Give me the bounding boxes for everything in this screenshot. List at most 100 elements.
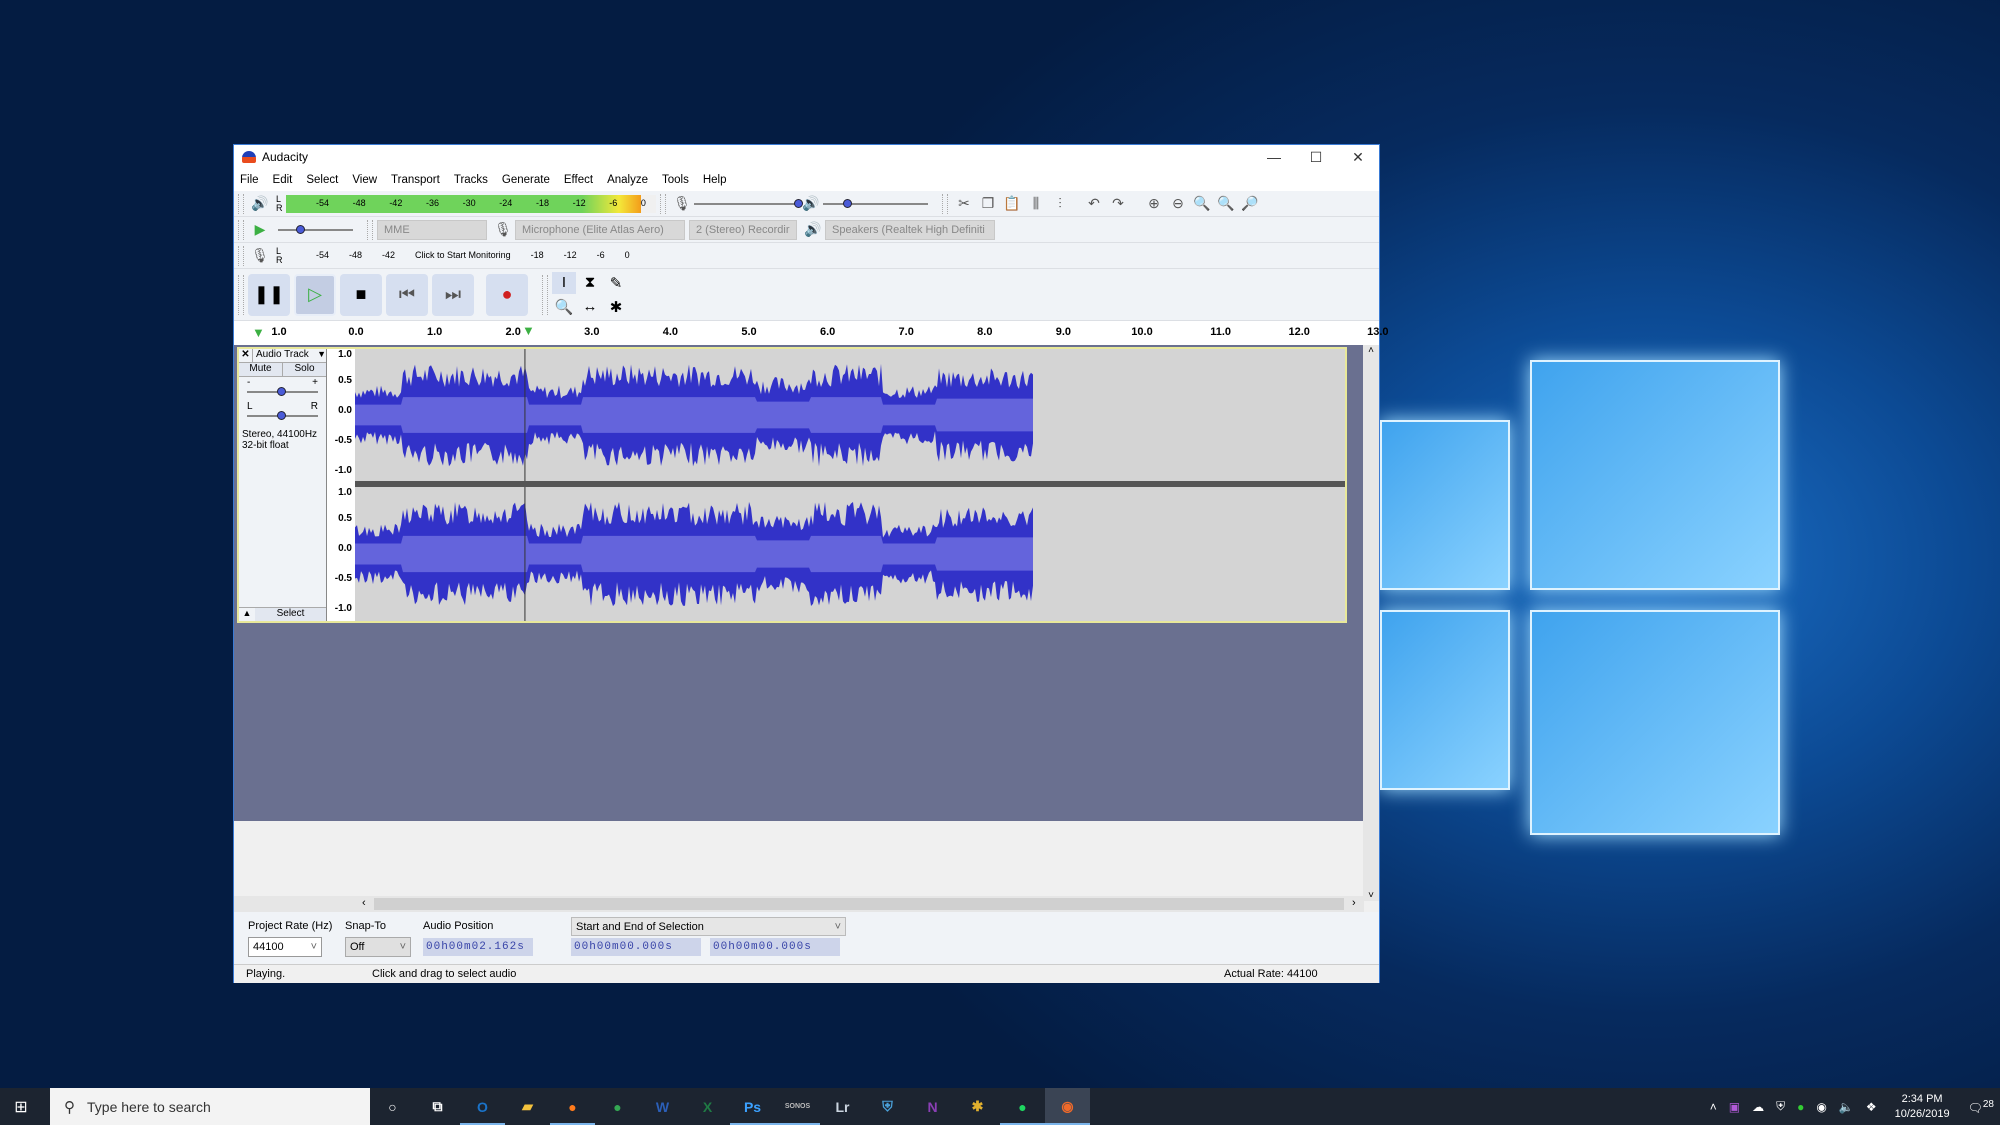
selection-tool-icon[interactable]: I [552,271,576,294]
select-track-button[interactable]: Select [255,608,326,621]
menu-select[interactable]: Select [306,174,338,186]
microphone-icon[interactable]: 🎙 [248,245,272,267]
mic-volume-slider[interactable] [694,198,803,208]
skip-to-end-button[interactable]: ⏭ [432,273,474,316]
track-close-button[interactable]: ✕ [239,349,253,362]
task-view-icon[interactable]: ⧉ [415,1088,460,1125]
copy-icon[interactable]: ❐ [976,193,1000,215]
skip-to-start-button[interactable]: ⏮ [386,273,428,316]
slack-icon[interactable]: ✱ [955,1088,1000,1125]
zoom-in-icon[interactable]: ⊕ [1142,193,1166,215]
silence-icon[interactable]: ⫶ [1048,193,1072,215]
menu-generate[interactable]: Generate [502,174,550,186]
solo-button[interactable]: Solo [283,363,326,376]
paste-icon[interactable]: 📋 [1000,193,1024,215]
vertical-scrollbar[interactable]: ˄ ˅ [1363,345,1379,901]
scroll-down-icon[interactable]: ˅ [1363,890,1379,901]
slider-knob[interactable] [843,198,852,208]
selection-mode-select[interactable]: Start and End of Selection ˅ [571,917,846,936]
draw-tool-icon[interactable]: ✎ [604,272,628,294]
toolbar-grip[interactable] [238,193,244,214]
chrome-icon[interactable]: ● [595,1088,640,1125]
snap-to-select[interactable]: Off ˅ [345,937,411,957]
onenote-tray-icon[interactable]: ▣ [1729,1100,1740,1114]
menu-tools[interactable]: Tools [662,174,689,186]
selection-end-time[interactable]: 00h00m00.000s [710,938,840,956]
envelope-tool-icon[interactable]: ⧗ [578,272,602,294]
redo-icon[interactable]: ↷ [1106,193,1130,215]
audio-position-time[interactable]: 00h00m02.162s [423,938,533,956]
playhead-marker-icon[interactable]: ▼ [522,323,535,338]
menu-edit[interactable]: Edit [273,174,293,186]
menu-effect[interactable]: Effect [564,174,593,186]
mute-button[interactable]: Mute [239,363,283,376]
cut-icon[interactable]: ✂ [952,193,976,215]
play-at-speed-icon[interactable]: ▶ [248,219,272,241]
dropbox-icon[interactable]: ❖ [1866,1100,1877,1114]
spotify-icon[interactable]: ● [1000,1088,1045,1125]
start-windows-icon[interactable]: ⊞ [0,1097,42,1117]
audio-host-select[interactable]: MME [377,219,487,240]
project-rate-select[interactable]: 44100 ˅ [248,937,322,957]
waveform-right-channel[interactable] [355,487,1345,621]
pause-button[interactable]: ❚❚ [248,273,290,316]
toolbar-grip[interactable] [367,219,373,240]
multi-tool-icon[interactable]: ✱ [604,296,628,318]
scroll-left-icon[interactable]: ‹ [362,897,366,909]
pan-slider[interactable]: L R [247,401,318,425]
playback-speed-slider[interactable] [278,224,353,234]
toolbar-grip[interactable] [238,274,244,315]
onedrive-icon[interactable]: ☁ [1752,1100,1764,1114]
scroll-right-icon[interactable]: › [1352,897,1356,909]
scrollbar-thumb[interactable] [374,898,1344,910]
menu-file[interactable]: File [240,174,259,186]
menu-transport[interactable]: Transport [391,174,440,186]
timeshift-tool-icon[interactable]: ↔ [578,296,602,318]
stop-button[interactable]: ■ [340,273,382,316]
taskbar-search[interactable]: ⚲ Type here to search [50,1088,370,1125]
word-icon[interactable]: W [640,1088,685,1125]
slider-knob[interactable] [296,224,305,234]
toolbar-grip[interactable] [238,245,244,266]
fit-project-icon[interactable]: 🔍 [1214,193,1238,215]
audio-track[interactable]: ✕ Audio Track ▼ Mute Solo - + L R Stereo… [237,347,1347,623]
photoshop-icon[interactable]: Ps [730,1088,775,1125]
track-menu-chevron-icon[interactable]: ▼ [317,349,326,362]
timeline-ruler[interactable]: ▼ ▼ 1.0 0.0 1.0 2.0 3.0 4.0 5.0 6.0 7.0 8.0 9.0 10.… [234,321,1389,347]
slider-knob[interactable] [277,387,286,396]
menu-view[interactable]: View [352,174,377,186]
slider-knob[interactable] [277,411,286,420]
play-button[interactable]: ▷ [294,273,336,316]
horizontal-scrollbar[interactable]: ‹ › [234,896,1364,912]
scroll-up-icon[interactable]: ˄ [1363,345,1379,356]
recording-channels-select[interactable]: 2 (Stereo) Recordir [689,219,797,240]
toolbar-grip[interactable] [238,219,244,240]
toolbar-grip[interactable] [942,193,948,214]
lightroom-icon[interactable]: Lr [820,1088,865,1125]
menu-tracks[interactable]: Tracks [454,174,488,186]
gain-slider[interactable]: - + [247,377,318,401]
maximize-button[interactable]: ☐ [1295,149,1337,166]
selection-start-time[interactable]: 00h00m00.000s [571,938,701,956]
trim-icon[interactable]: ⫼ [1024,193,1048,215]
playback-device-select[interactable]: Speakers (Realtek High Definiti [825,219,995,240]
slider-knob[interactable] [794,198,803,208]
cortana-icon[interactable]: ○ [370,1088,415,1125]
zoom-toggle-icon[interactable]: 🔎 [1238,193,1262,215]
tracks-area[interactable]: ✕ Audio Track ▼ Mute Solo - + L R Stereo… [234,345,1364,821]
toolbar-grip[interactable] [660,193,666,214]
onenote-icon[interactable]: N [910,1088,955,1125]
playback-meter[interactable]: -54 -48 -42 -36 -30 -24 -18 -12 -6 0 [286,194,656,213]
fit-selection-icon[interactable]: 🔍 [1190,193,1214,215]
notifications-icon[interactable]: 🗨28 [1968,1099,1994,1115]
speaker-volume-slider[interactable] [823,198,928,208]
sonos-icon[interactable]: SONOS [775,1088,820,1125]
undo-icon[interactable]: ↶ [1082,193,1106,215]
outlook-icon[interactable]: O [460,1088,505,1125]
close-button[interactable]: ✕ [1337,149,1379,166]
show-hidden-icons-icon[interactable]: ˄ [1710,1100,1717,1114]
start-monitoring-prompt[interactable]: Click to Start Monitoring [415,250,511,260]
excel-icon[interactable]: X [685,1088,730,1125]
record-button[interactable]: ● [486,273,528,316]
toolbar-grip[interactable] [542,274,548,315]
